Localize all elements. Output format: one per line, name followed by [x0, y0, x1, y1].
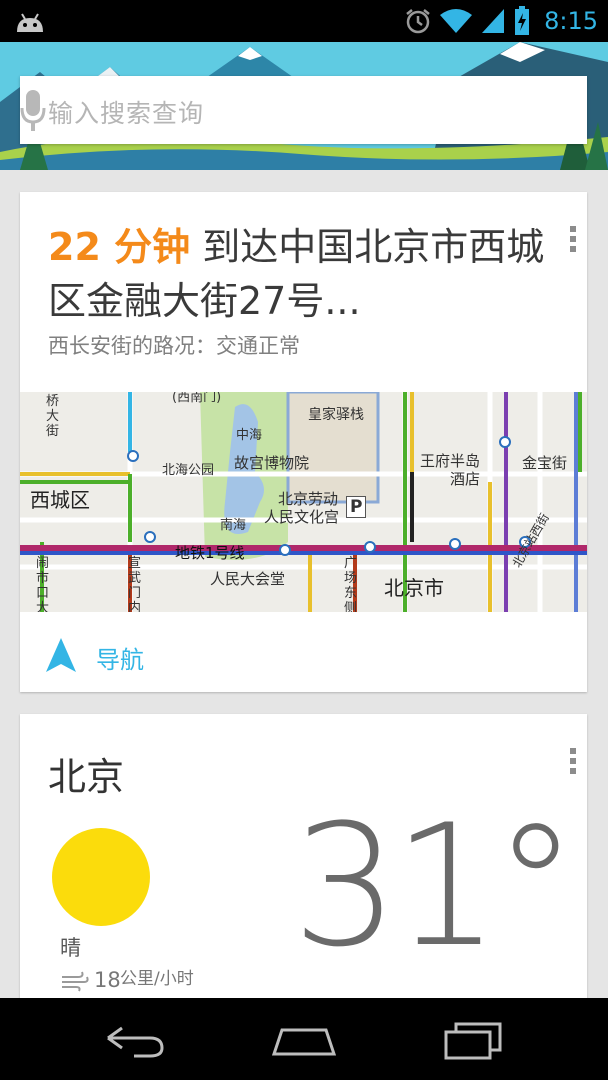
map-label: 闹市口大	[36, 556, 50, 612]
weather-card[interactable]: 北京 晴 18 公里/小时 31°	[20, 714, 587, 1014]
traffic-map[interactable]: (西南门) 桥大街 中海 皇家驿栈 北海公园 故宫博物院 王府半岛 酒店 金宝街…	[20, 392, 587, 612]
map-label: 酒店	[450, 470, 481, 488]
alarm-icon	[406, 9, 430, 34]
traffic-status: 西长安街的路况：交通正常	[48, 334, 300, 358]
map-label: 北京站西街	[509, 511, 552, 570]
search-box[interactable]: 输入搜索查询	[20, 76, 587, 144]
map-label: 中海	[236, 428, 263, 443]
navigation-arrow-icon	[46, 638, 76, 672]
map-label: 人民大会堂	[210, 570, 286, 588]
battery-charging-icon	[515, 6, 530, 35]
navigation-card[interactable]: 22 分钟 到达中国北京市西城区金融大街27号... 西长安街的路况：交通正常	[20, 192, 587, 692]
system-nav-bar	[0, 998, 608, 1080]
status-bar: 8:15	[0, 0, 608, 42]
map-label: 桥大街	[46, 394, 60, 439]
back-icon[interactable]	[104, 1020, 168, 1060]
clock-time: 8:15	[544, 7, 598, 35]
navigate-button[interactable]: 导航	[20, 612, 587, 692]
home-icon[interactable]	[272, 1020, 336, 1060]
map-label: 北海公园	[162, 463, 215, 478]
screen: 8:15 输入搜索查询 22 分钟 到达中国北京市西城区金融大街27号... 西…	[0, 0, 608, 1080]
map-label: 广场东侧	[344, 556, 358, 612]
map-label: 西城区	[30, 488, 90, 512]
weather-city: 北京	[48, 755, 125, 799]
commute-duration: 22 分钟	[48, 225, 191, 269]
navigate-label[interactable]: 导航	[96, 640, 144, 675]
map-label: 宣武门内	[128, 556, 142, 612]
wind-unit: 公里/小时	[120, 969, 194, 989]
weather-condition: 晴	[60, 936, 81, 960]
search-placeholder[interactable]: 输入搜索查询	[48, 94, 204, 130]
card-menu-icon[interactable]	[567, 748, 579, 778]
sunny-icon	[52, 828, 150, 926]
map-label: 金宝街	[522, 454, 568, 472]
header-banner: 输入搜索查询	[0, 42, 608, 170]
map-label: 人民文化宫	[264, 508, 340, 526]
map-label: 故宫博物院	[234, 454, 310, 472]
map-label: P	[346, 496, 367, 518]
android-icon	[17, 13, 43, 32]
microphone-icon[interactable]	[20, 90, 46, 132]
signal-icon	[482, 9, 505, 33]
commute-title: 22 分钟 到达中国北京市西城区金融大街27号...	[48, 220, 558, 328]
wifi-icon	[440, 9, 473, 33]
map-label: 皇家驿栈	[308, 407, 364, 423]
wind-icon	[62, 971, 89, 992]
map-label: 南海	[220, 518, 247, 533]
temperature: 31°	[292, 788, 578, 984]
map-labels: (西南门) 桥大街 中海 皇家驿栈 北海公园 故宫博物院 王府半岛 酒店 金宝街…	[20, 392, 587, 612]
map-label: (西南门)	[172, 392, 222, 405]
recent-apps-icon[interactable]	[442, 1020, 506, 1060]
map-label: 北京市	[384, 576, 444, 600]
wind-speed: 18	[94, 968, 121, 992]
map-label: 地铁1号线	[175, 544, 245, 562]
card-menu-icon[interactable]	[567, 226, 579, 256]
